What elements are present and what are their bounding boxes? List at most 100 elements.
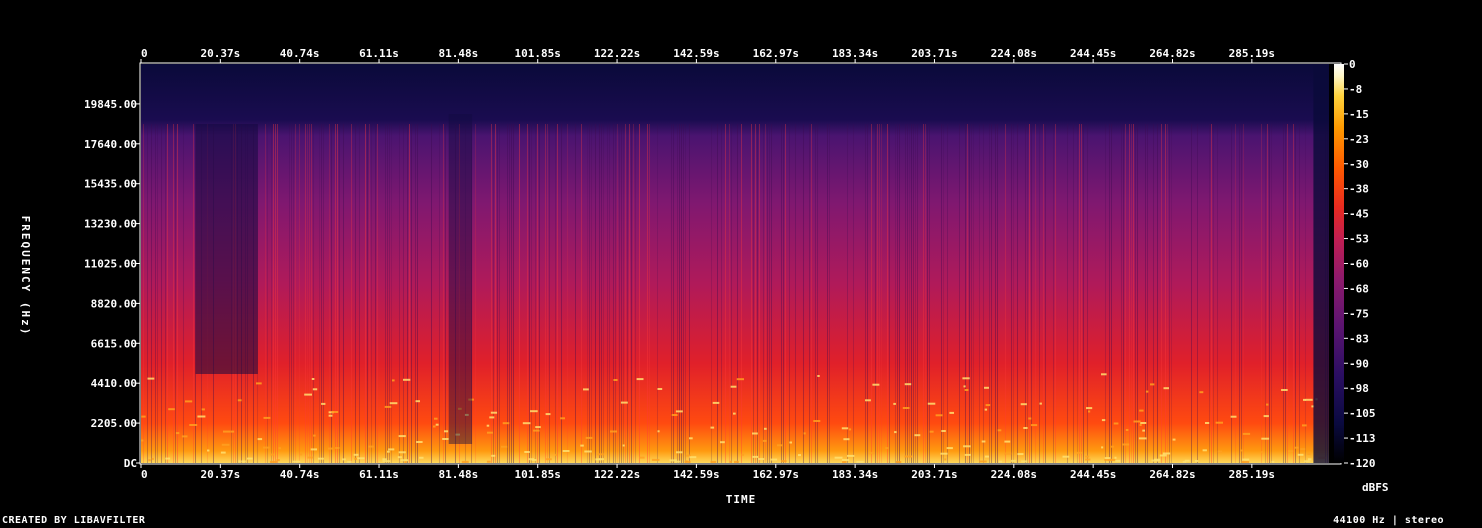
texture-blob bbox=[1266, 403, 1269, 406]
texture-blob bbox=[848, 428, 852, 431]
texture-blob bbox=[141, 415, 146, 418]
texture-streak bbox=[629, 124, 630, 463]
colorbar-tick-label: -98 bbox=[1349, 382, 1369, 395]
texture-streak bbox=[277, 124, 278, 463]
texture-streak bbox=[783, 124, 784, 463]
texture-blob bbox=[710, 460, 717, 463]
texture-streak bbox=[737, 124, 738, 463]
texture-blob bbox=[531, 459, 537, 461]
texture-blob bbox=[342, 458, 346, 461]
texture-streak bbox=[415, 124, 416, 463]
texture-streak bbox=[1217, 124, 1218, 463]
texture-streak bbox=[409, 124, 410, 463]
texture-streak bbox=[1073, 124, 1074, 463]
texture-streak bbox=[561, 124, 562, 463]
texture-blob bbox=[270, 453, 275, 456]
texture-streak bbox=[789, 124, 790, 463]
texture-streak bbox=[377, 124, 378, 463]
texture-blob bbox=[929, 430, 934, 433]
texture-blob bbox=[1088, 410, 1091, 413]
colorbar-tick-label: -83 bbox=[1349, 332, 1369, 345]
texture-blob bbox=[165, 457, 171, 460]
texture-blob bbox=[1004, 452, 1012, 455]
texture-streak bbox=[991, 124, 992, 463]
texture-blob bbox=[1139, 424, 1142, 426]
texture-blob bbox=[935, 414, 943, 417]
texture-blob bbox=[856, 460, 864, 463]
texture-streak bbox=[759, 124, 760, 463]
texture-streak bbox=[475, 124, 476, 463]
texture-blob bbox=[263, 416, 271, 419]
texture-streak bbox=[881, 124, 882, 463]
texture-streak bbox=[411, 124, 412, 463]
texture-streak bbox=[905, 124, 906, 463]
texture-streak bbox=[527, 124, 528, 463]
texture-blob bbox=[651, 458, 660, 461]
texture-blob bbox=[865, 399, 871, 402]
texture-blob bbox=[230, 430, 235, 433]
texture-blob bbox=[985, 404, 991, 407]
texture-streak bbox=[657, 124, 658, 463]
texture-streak bbox=[151, 124, 152, 463]
texture-streak bbox=[387, 124, 388, 463]
texture-streak bbox=[1035, 124, 1036, 463]
texture-streak bbox=[1161, 124, 1162, 463]
texture-streak bbox=[369, 124, 370, 463]
texture-streak bbox=[1137, 124, 1138, 463]
texture-blob bbox=[546, 458, 552, 461]
texture-streak bbox=[1111, 124, 1112, 463]
colorbar-tick-label: -60 bbox=[1349, 258, 1369, 271]
texture-blob bbox=[461, 460, 469, 463]
texture-streak bbox=[607, 124, 608, 463]
texture-blob bbox=[1240, 449, 1244, 452]
texture-blob bbox=[1184, 459, 1190, 462]
texture-blob bbox=[1303, 398, 1307, 401]
texture-blob bbox=[1150, 383, 1155, 386]
texture-streak bbox=[1293, 124, 1294, 463]
texture-blob bbox=[311, 378, 315, 380]
texture-blob bbox=[1086, 407, 1093, 410]
texture-blob bbox=[1110, 445, 1114, 448]
texture-blob bbox=[734, 460, 739, 463]
texture-streak bbox=[1285, 124, 1286, 463]
texture-streak bbox=[875, 124, 876, 463]
texture-blob bbox=[328, 447, 334, 450]
texture-blob bbox=[1145, 390, 1149, 393]
texture-streak bbox=[895, 124, 896, 463]
texture-blob bbox=[181, 435, 188, 438]
texture-streak bbox=[969, 124, 970, 463]
texture-streak bbox=[1121, 124, 1122, 463]
texture-blob bbox=[1297, 453, 1304, 456]
texture-blob bbox=[400, 459, 409, 462]
texture-streak bbox=[513, 124, 514, 463]
texture-blob bbox=[433, 425, 436, 428]
texture-blob bbox=[1139, 409, 1144, 412]
texture-blob bbox=[207, 449, 210, 452]
texture-streak bbox=[439, 124, 440, 463]
texture-streak bbox=[319, 124, 320, 463]
texture-streak bbox=[997, 124, 998, 463]
texture-streak bbox=[1053, 124, 1054, 463]
texture-blob bbox=[984, 455, 989, 458]
texture-streak bbox=[143, 124, 144, 463]
texture-blob bbox=[1261, 451, 1264, 454]
texture-streak bbox=[389, 124, 390, 463]
texture-streak bbox=[271, 124, 272, 463]
texture-blob bbox=[384, 405, 392, 408]
texture-blob bbox=[276, 459, 280, 462]
texture-streak bbox=[1267, 124, 1268, 463]
texture-blob bbox=[984, 386, 989, 389]
texture-blob bbox=[435, 423, 439, 426]
x-axis-bottom: 0 20.37s 40.74s 61.11s 81.48s 101.85s 122.22s 1… bbox=[140, 464, 1275, 481]
texture-streak bbox=[965, 124, 966, 463]
texture-streak bbox=[445, 124, 446, 463]
texture-blob bbox=[1261, 437, 1270, 440]
texture-streak bbox=[971, 124, 972, 463]
texture-streak bbox=[847, 124, 848, 463]
texture-streak bbox=[983, 124, 984, 463]
texture-streak bbox=[763, 124, 764, 463]
texture-streak bbox=[633, 124, 634, 463]
texture-blob bbox=[843, 438, 850, 441]
texture-streak bbox=[995, 124, 996, 463]
texture-blob bbox=[238, 460, 241, 463]
